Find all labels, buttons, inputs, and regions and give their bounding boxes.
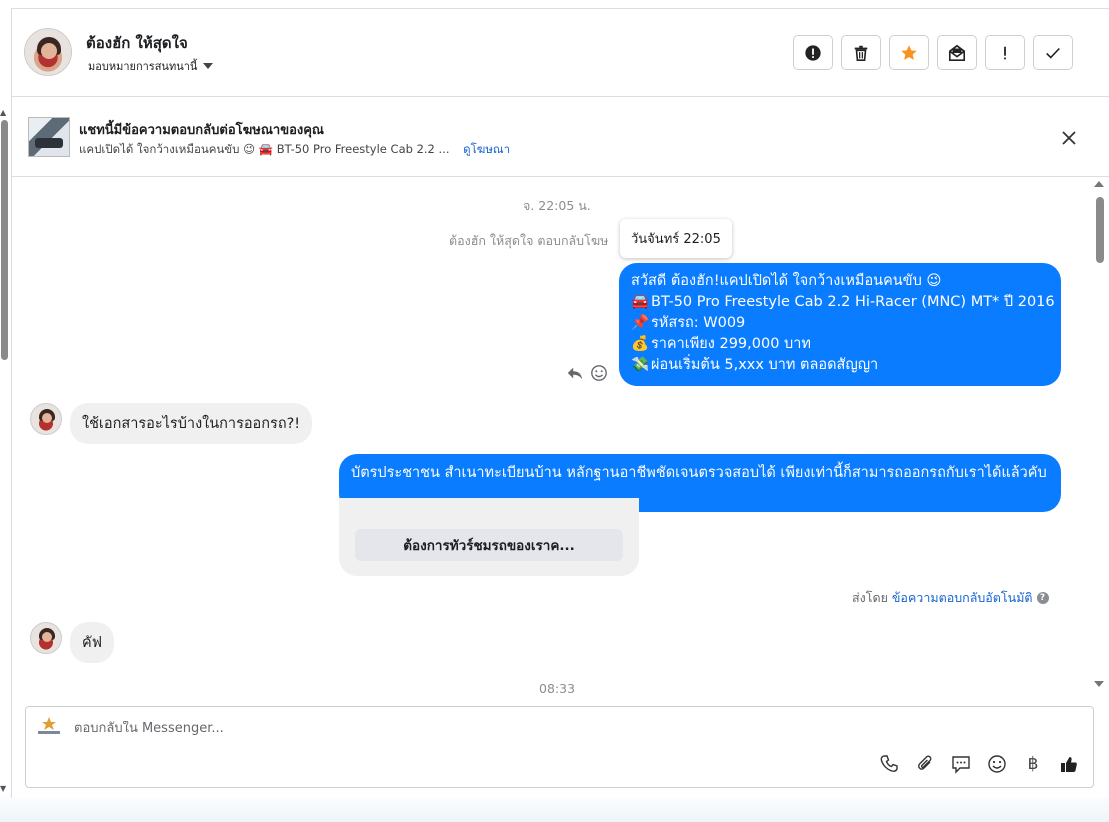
contact-name[interactable]: ต้องฮัก ให้สุดใจ (86, 31, 188, 55)
conversation-panel: ต้องฮัก ให้สุดใจ มอบหมายการสนทนานี้ แชทน… (11, 8, 1109, 798)
timestamp-bottom: 08:33 (539, 681, 576, 696)
mark-unread-button[interactable] (937, 35, 977, 70)
ad-banner-title: แชทนี้มีข้อความตอบกลับต่อโฆษณาของคุณ (79, 123, 324, 138)
message-actions (566, 364, 608, 382)
outer-scrollbar[interactable]: ▲ ▼ (0, 108, 10, 798)
scroll-down-arrow[interactable]: ▼ (0, 784, 6, 793)
close-icon[interactable] (1058, 127, 1080, 149)
scroll-down-arrow[interactable] (1094, 681, 1104, 687)
scroll-up-arrow[interactable]: ▲ (0, 108, 6, 117)
mark-done-button[interactable] (1033, 35, 1073, 70)
message-time-tooltip: วันจันทร์ 22:05 (620, 219, 732, 258)
mark-unread-icon (948, 44, 966, 61)
ad-banner-subtitle-row: แคปเปิดได้ ใจกว้างเหมือนคนขับ 😉 🚘 BT-50 … (79, 141, 510, 159)
composer-actions: ฿ (878, 753, 1080, 775)
chevron-down-icon (203, 63, 214, 69)
contact-avatar-small[interactable] (30, 403, 62, 435)
message-line: 🚘 BT-50 Pro Freestyle Cab 2.2 Hi-Racer (M… (631, 294, 1055, 310)
ad-banner-subtitle: แคปเปิดได้ ใจกว้างเหมือนคนขับ 😉 🚘 BT-50 … (79, 142, 450, 156)
timestamp-top: จ. 22:05 น. (523, 198, 591, 213)
conversation-toolbar (793, 35, 1073, 70)
message-line: สวัสดี ต้องฮัก!แคปเปิดได้ ใจกว้างเหมือนค… (631, 273, 942, 289)
delete-button[interactable] (841, 35, 881, 70)
mark-important-button[interactable] (985, 35, 1025, 70)
sent-by-prefix: ส่งโดย (852, 590, 888, 605)
message-input[interactable] (74, 721, 774, 736)
tour-request-button[interactable]: ต้องการทัวร์ชมรถของเราค... (355, 529, 623, 561)
alert-circle-icon (805, 44, 821, 61)
message-line: 💰 ราคาเพียง 299,000 บาท (631, 336, 811, 352)
thread-scroll-thumb[interactable] (1096, 197, 1104, 263)
saved-reply-icon[interactable] (950, 753, 972, 775)
ad-thumbnail[interactable] (28, 117, 70, 157)
thumbs-up-icon[interactable] (1058, 753, 1080, 775)
reply-composer: ฿ (25, 706, 1094, 788)
thread-scrollbar[interactable] (1094, 181, 1108, 691)
outer-scroll-thumb[interactable] (1, 120, 8, 360)
reply-icon[interactable] (566, 364, 584, 382)
message-thread: จ. 22:05 น. ต้องฮัก ให้สุดใจ ตอบกลับโฆษ … (12, 178, 1098, 698)
emoji-icon[interactable] (986, 753, 1008, 775)
check-icon (1046, 47, 1060, 59)
emoji-react-icon[interactable] (590, 364, 608, 382)
ad-reply-banner: แชทนี้มีข้อความตอบกลับต่อโฆษณาของคุณ แคป… (12, 97, 1109, 177)
incoming-message[interactable]: คัฟ (70, 622, 114, 663)
star-icon (901, 44, 917, 60)
incoming-message[interactable]: ใช้เอกสารอะไรบ้างในการออกรถ?! (70, 403, 313, 444)
star-button[interactable] (889, 35, 929, 70)
alert-circle-button[interactable] (793, 35, 833, 70)
contact-avatar[interactable] (24, 28, 72, 76)
assign-label: มอบหมายการสนทนานี้ (88, 60, 198, 73)
exclamation-icon (1004, 46, 1006, 59)
trash-icon (854, 45, 868, 61)
help-icon[interactable]: ? (1036, 592, 1049, 604)
auto-reply-link[interactable]: ข้อความตอบกลับอัตโนมัติ (892, 588, 1033, 608)
sent-by-note: ส่งโดย ข้อความตอบกลับอัตโนมัติ ? (852, 588, 1049, 608)
contact-avatar-small[interactable] (30, 622, 62, 654)
paperclip-icon[interactable] (914, 753, 936, 775)
phone-icon[interactable] (878, 753, 900, 775)
message-line: 📌 รหัสรถ: W009 (631, 315, 746, 331)
view-ad-link[interactable]: ดูโฆษณา (463, 142, 510, 156)
baht-icon[interactable]: ฿ (1022, 753, 1044, 775)
scroll-up-arrow[interactable] (1094, 181, 1104, 187)
system-note: ต้องฮัก ให้สุดใจ ตอบกลับโฆษ (449, 233, 609, 248)
message-line: 💸 ผ่อนเริ่มต้น 5,xxx บาท ตลอดสัญญา (631, 357, 879, 373)
quick-reply-card: ต้องการทัวร์ชมรถของเราค... (339, 498, 639, 576)
outgoing-message-ad-details[interactable]: สวัสดี ต้องฮัก!แคปเปิดได้ ใจกว้างเหมือนค… (619, 263, 1061, 386)
conversation-header: ต้องฮัก ให้สุดใจ มอบหมายการสนทนานี้ (12, 9, 1109, 97)
page-logo-icon (38, 717, 60, 734)
assign-conversation-dropdown[interactable]: มอบหมายการสนทนานี้ (88, 57, 214, 75)
